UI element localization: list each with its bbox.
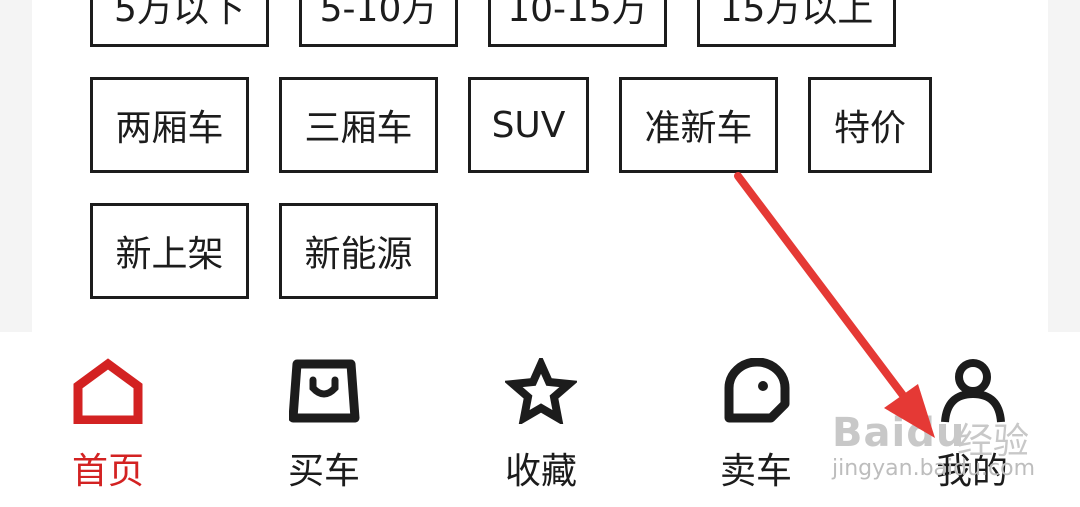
filter-price-over-15w[interactable]: 15万以上 bbox=[697, 0, 896, 47]
tab-home[interactable]: 首页 bbox=[33, 332, 183, 507]
star-icon bbox=[505, 358, 577, 424]
baidu-jingyan-watermark: Baidu 经验 jingyan.baidu.com bbox=[832, 410, 1036, 490]
filter-sedan[interactable]: 三厢车 bbox=[279, 77, 438, 173]
tab-favorites-label: 收藏 bbox=[504, 451, 577, 492]
filter-new-energy[interactable]: 新能源 bbox=[279, 203, 438, 299]
home-icon bbox=[73, 358, 143, 424]
tab-sell-car[interactable]: 卖车 bbox=[681, 332, 831, 507]
filter-suv[interactable]: SUV bbox=[468, 77, 589, 173]
shopping-bag-icon bbox=[289, 359, 360, 423]
tab-favorites[interactable]: 收藏 bbox=[466, 332, 616, 507]
watermark-url: jingyan.baidu.com bbox=[832, 456, 1036, 481]
price-tag-icon bbox=[724, 358, 790, 423]
filter-nearly-new[interactable]: 准新车 bbox=[619, 77, 778, 173]
tab-home-label: 首页 bbox=[71, 451, 144, 492]
filter-price-10-15w[interactable]: 10-15万 bbox=[488, 0, 667, 47]
watermark-logo: Baidu bbox=[832, 410, 966, 456]
filter-price-5-10w[interactable]: 5-10万 bbox=[299, 0, 458, 47]
tab-sell-car-label: 卖车 bbox=[719, 451, 792, 492]
tab-buy-car-label: 买车 bbox=[287, 451, 360, 492]
tab-buy-car[interactable]: 买车 bbox=[249, 332, 399, 507]
filter-new-listing[interactable]: 新上架 bbox=[90, 203, 249, 299]
filter-hatchback[interactable]: 两厢车 bbox=[90, 77, 249, 173]
filter-price-under-5w[interactable]: 5万以下 bbox=[90, 0, 269, 47]
filter-special-price[interactable]: 特价 bbox=[808, 77, 932, 173]
